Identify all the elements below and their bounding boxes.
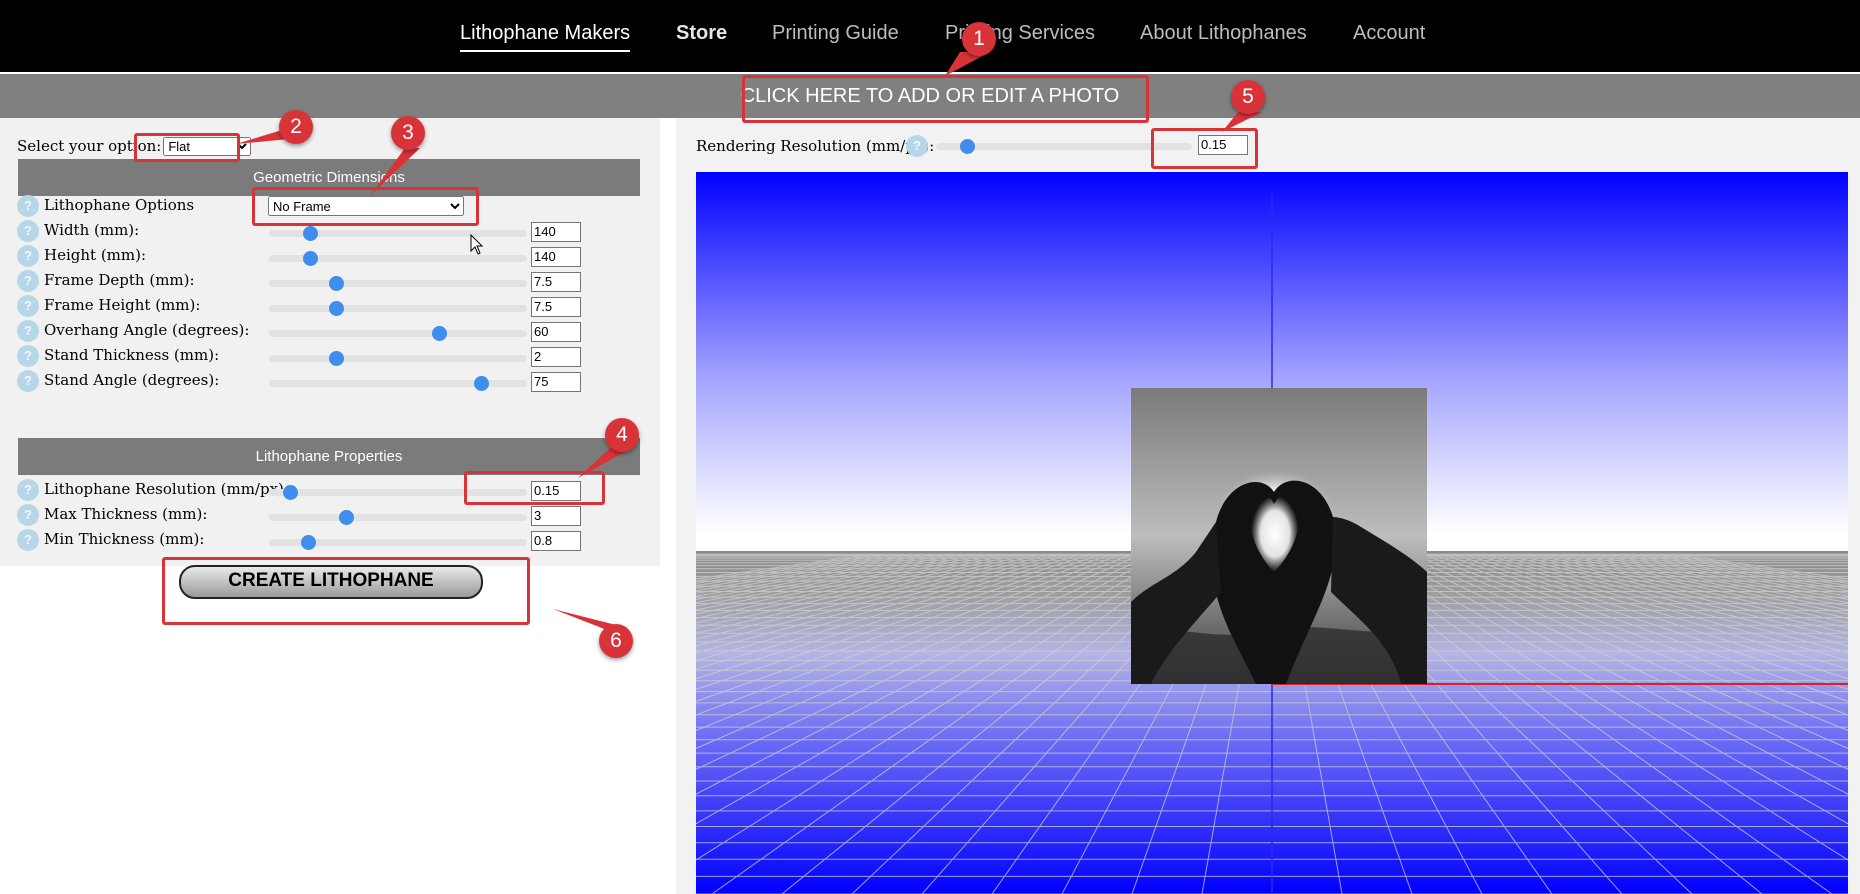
slider-thumb[interactable] [473, 376, 489, 391]
rendering-resolution-label: Rendering Resolution (mm/px): [696, 137, 935, 155]
help-icon[interactable]: ? [906, 135, 928, 157]
width-label: Width (mm): [44, 221, 140, 239]
slider-thumb[interactable] [329, 301, 345, 316]
slider-thumb[interactable] [959, 139, 975, 154]
slider-thumb[interactable] [339, 510, 355, 525]
help-icon[interactable]: ? [17, 320, 39, 342]
lithophane-resolution-label: Lithophane Resolution (mm/px): [44, 480, 289, 498]
slider-thumb[interactable] [303, 251, 319, 266]
stand-angle-row: ? Stand Angle (degrees): 75 [17, 366, 657, 394]
lithophane-options-label: Lithophane Options [44, 196, 195, 214]
help-icon[interactable]: ? [17, 345, 39, 367]
annotation-marker-6: 6 [599, 624, 633, 658]
max-thickness-input[interactable]: 3 [531, 506, 581, 526]
annotation-marker-4: 4 [605, 418, 639, 452]
help-icon[interactable]: ? [17, 370, 39, 392]
slider-thumb[interactable] [303, 226, 319, 241]
nav-about-lithophanes[interactable]: About Lithophanes [1140, 22, 1307, 45]
annotation-box-5 [1151, 128, 1258, 169]
annotation-box-3 [252, 187, 479, 226]
3d-preview-viewport[interactable] [696, 172, 1848, 894]
help-icon[interactable]: ? [17, 220, 39, 242]
frame-height-slider[interactable] [269, 301, 527, 316]
stand-thickness-slider[interactable] [269, 351, 527, 366]
stand-thickness-row: ? Stand Thickness (mm): 2 [17, 341, 657, 369]
annotation-marker-1: 1 [962, 22, 996, 56]
stand-thickness-input[interactable]: 2 [531, 347, 581, 367]
frame-depth-input[interactable]: 7.5 [531, 272, 581, 292]
height-input[interactable]: 140 [531, 247, 581, 267]
annotation-box-6 [162, 557, 530, 625]
height-label: Height (mm): [44, 246, 147, 264]
lithophane-photo [1131, 388, 1427, 684]
slider-thumb[interactable] [300, 535, 316, 550]
min-thickness-label: Min Thickness (mm): [44, 530, 205, 548]
slider-thumb[interactable] [432, 326, 448, 341]
nav-lithophane-makers[interactable]: Lithophane Makers [460, 22, 631, 52]
annotation-box-4 [464, 471, 605, 505]
lithophane-properties-header: Lithophane Properties [18, 438, 640, 475]
overhang-angle-row: ? Overhang Angle (degrees): 60 [17, 316, 657, 344]
max-thickness-slider[interactable] [269, 510, 527, 525]
overhang-angle-label: Overhang Angle (degrees): [44, 321, 250, 339]
frame-height-row: ? Frame Height (mm): 7.5 [17, 291, 657, 319]
help-icon[interactable]: ? [17, 295, 39, 317]
mouse-cursor-icon [470, 234, 484, 255]
3d-scene [696, 172, 1848, 894]
slider-thumb[interactable] [329, 276, 345, 291]
annotation-marker-5: 5 [1231, 80, 1265, 114]
help-icon[interactable]: ? [17, 504, 39, 526]
width-input[interactable]: 140 [531, 222, 581, 242]
height-slider[interactable] [269, 251, 527, 266]
frame-depth-row: ? Frame Depth (mm): 7.5 [17, 266, 657, 294]
annotation-box-1 [742, 75, 1149, 123]
nav-store[interactable]: Store [676, 22, 727, 45]
nav-printing-guide[interactable]: Printing Guide [772, 22, 899, 45]
nav-account[interactable]: Account [1353, 22, 1425, 45]
min-thickness-row: ? Min Thickness (mm): 0.8 [17, 525, 657, 553]
annotation-marker-2: 2 [279, 110, 313, 144]
help-icon[interactable]: ? [17, 529, 39, 551]
stand-angle-label: Stand Angle (degrees): [44, 371, 220, 389]
overhang-angle-input[interactable]: 60 [531, 322, 581, 342]
overhang-angle-slider[interactable] [269, 326, 527, 341]
slider-thumb[interactable] [282, 485, 298, 500]
stand-angle-slider[interactable] [269, 376, 527, 391]
annotation-box-2 [134, 133, 240, 162]
help-icon[interactable]: ? [17, 245, 39, 267]
stand-thickness-label: Stand Thickness (mm): [44, 346, 220, 364]
help-icon[interactable]: ? [17, 270, 39, 292]
top-navigation: Lithophane Makers Store Printing Guide P… [0, 0, 1860, 72]
min-thickness-input[interactable]: 0.8 [531, 531, 581, 551]
slider-thumb[interactable] [329, 351, 345, 366]
annotation-marker-3: 3 [391, 116, 425, 150]
frame-depth-slider[interactable] [269, 276, 527, 291]
frame-depth-label: Frame Depth (mm): [44, 271, 195, 289]
width-slider[interactable] [269, 226, 527, 241]
frame-height-label: Frame Height (mm): [44, 296, 201, 314]
frame-height-input[interactable]: 7.5 [531, 297, 581, 317]
help-icon[interactable]: ? [17, 479, 39, 501]
max-thickness-label: Max Thickness (mm): [44, 505, 208, 523]
stand-angle-input[interactable]: 75 [531, 372, 581, 392]
help-icon[interactable]: ? [17, 195, 39, 217]
height-row: ? Height (mm): 140 [17, 241, 657, 269]
min-thickness-slider[interactable] [269, 535, 527, 550]
